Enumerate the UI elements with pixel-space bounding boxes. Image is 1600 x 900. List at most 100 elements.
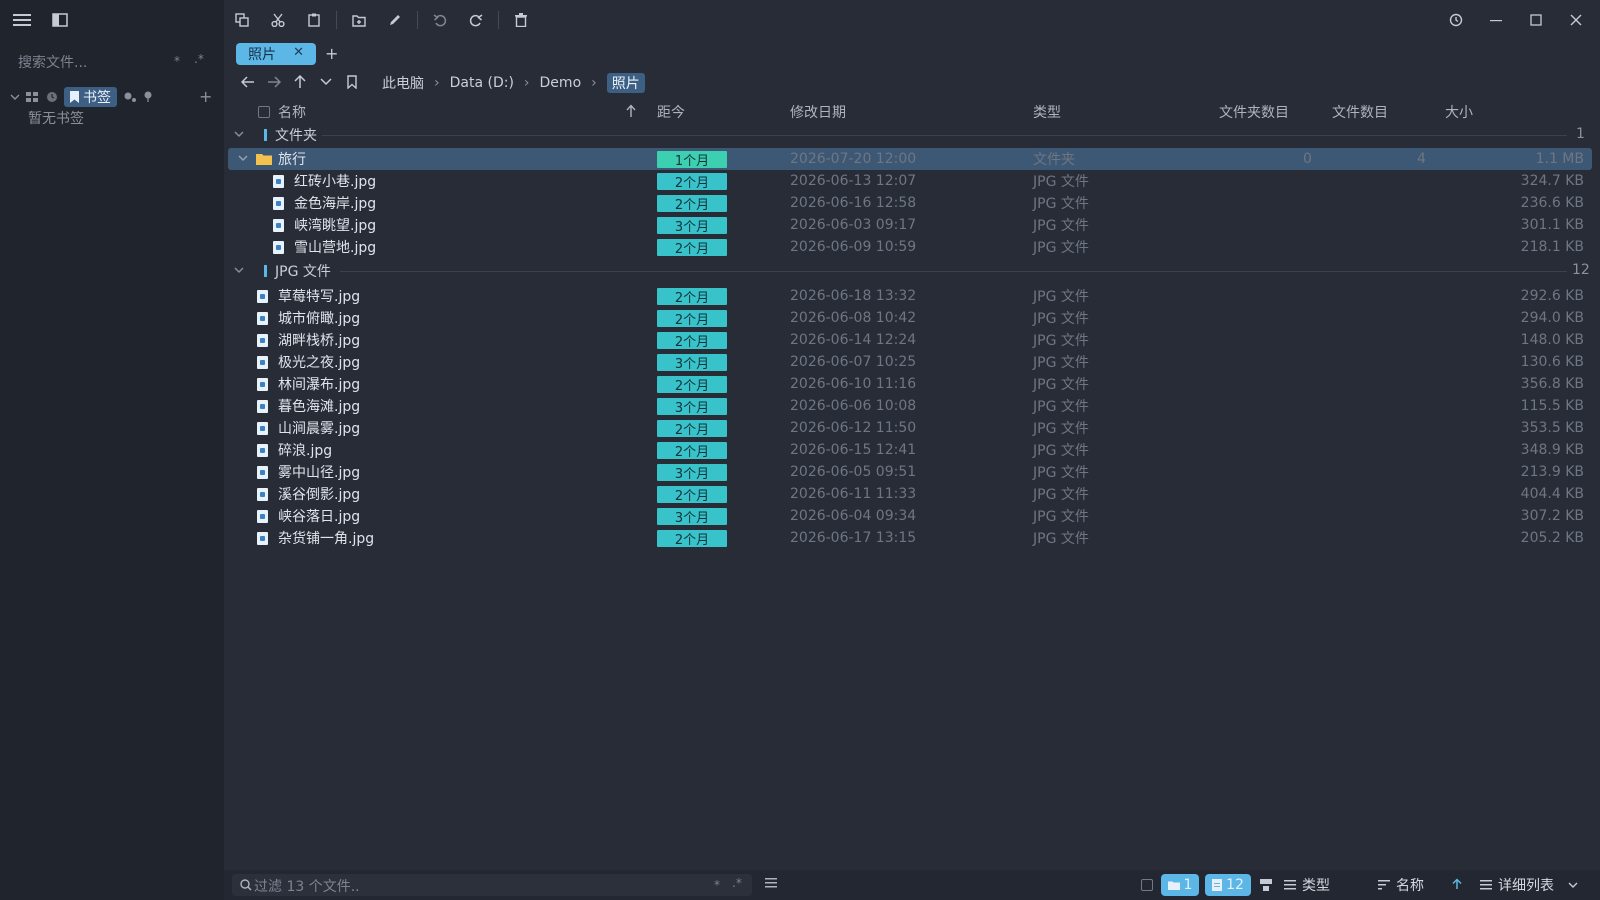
file-type: JPG 文件 [1033, 377, 1089, 393]
forward-arrow-icon[interactable] [266, 74, 282, 90]
table-row-folder[interactable]: 旅行 1个月 2026-07-20 12:00 文件夹 0 4 1.1 MB [228, 148, 1592, 170]
files-count-badge[interactable]: 12 [1205, 874, 1251, 896]
breadcrumb-item[interactable]: 此电脑 [382, 73, 424, 93]
new-folder-icon[interactable] [345, 6, 373, 34]
pin-icon[interactable] [143, 91, 153, 103]
menu-icon[interactable] [8, 6, 36, 34]
file-type: JPG 文件 [1033, 333, 1089, 349]
table-row[interactable]: 金色海岸.jpg 2个月 2026-06-16 12:58 JPG 文件 236… [228, 192, 1592, 214]
tab-bookmarks[interactable]: 书签 [64, 87, 117, 107]
copy-icon[interactable] [228, 6, 256, 34]
up-arrow-icon[interactable] [292, 74, 308, 90]
modified-date: 2026-06-08 10:42 [790, 310, 917, 326]
file-type: JPG 文件 [1033, 487, 1089, 503]
file-size: 213.9 KB [1520, 464, 1584, 480]
view-mode-dropdown[interactable]: 详细列表 [1480, 874, 1578, 896]
table-row[interactable]: 城市俯瞰.jpg 2个月 2026-06-08 10:42 JPG 文件 294… [228, 307, 1592, 329]
sidebar-search-input[interactable]: 搜索文件... [18, 52, 87, 72]
file-size: 218.1 KB [1520, 239, 1584, 255]
table-row[interactable]: 杂货铺一角.jpg 2个月 2026-06-17 13:15 JPG 文件 20… [228, 527, 1592, 549]
table-row[interactable]: 暮色海滩.jpg 3个月 2026-06-06 10:08 JPG 文件 115… [228, 395, 1592, 417]
column-header-modified[interactable]: 修改日期 [790, 102, 846, 122]
preview-pane-icon[interactable] [1260, 879, 1272, 891]
table-row[interactable]: 红砖小巷.jpg 2个月 2026-06-13 12:07 JPG 文件 324… [228, 170, 1592, 192]
tab-bookmarks-label: 书签 [83, 90, 111, 106]
age-badge: 2个月 [657, 170, 727, 192]
column-header-type[interactable]: 类型 [1033, 102, 1061, 122]
breadcrumb-item[interactable]: Data (D:) [450, 75, 514, 91]
chevron-down-icon[interactable] [10, 92, 20, 102]
new-tab-button[interactable]: + [325, 44, 338, 63]
select-all-checkbox[interactable] [258, 106, 270, 118]
minimize-icon[interactable] [1482, 6, 1510, 34]
group-header-jpg[interactable]: JPG 文件 [234, 260, 331, 282]
age-badge: 2个月 [657, 373, 727, 395]
sort-ascending-icon[interactable] [626, 104, 636, 118]
filter-menu-icon[interactable] [765, 878, 777, 888]
table-row[interactable]: 雪山营地.jpg 2个月 2026-06-09 10:59 JPG 文件 218… [228, 236, 1592, 258]
paste-icon[interactable] [300, 6, 328, 34]
sidebar-search-regex-toggle[interactable]: .* [194, 52, 204, 66]
table-row[interactable]: 峡谷落日.jpg 3个月 2026-06-04 09:34 JPG 文件 307… [228, 505, 1592, 527]
file-type: JPG 文件 [1033, 196, 1089, 212]
sort-by-dropdown[interactable]: 名称 [1378, 874, 1424, 896]
file-type: 文件夹 [1033, 152, 1075, 168]
table-row[interactable]: 山涧晨雾.jpg 2个月 2026-06-12 11:50 JPG 文件 353… [228, 417, 1592, 439]
toggle-sidebar-icon[interactable] [46, 6, 74, 34]
sort-direction-arrow-icon[interactable] [1452, 878, 1462, 890]
back-arrow-icon[interactable] [240, 74, 256, 90]
table-row[interactable]: 雾中山径.jpg 3个月 2026-06-05 09:51 JPG 文件 213… [228, 461, 1592, 483]
cut-icon[interactable] [264, 6, 292, 34]
close-tab-icon[interactable]: ✕ [293, 45, 304, 60]
breadcrumb-item-current[interactable]: 照片 [606, 73, 645, 93]
table-row[interactable]: 峡湾眺望.jpg 3个月 2026-06-03 09:17 JPG 文件 301… [228, 214, 1592, 236]
close-window-icon[interactable] [1562, 6, 1590, 34]
file-size: 130.6 KB [1520, 354, 1584, 370]
recent-clock-icon[interactable] [46, 91, 58, 103]
folders-count-badge[interactable]: 1 [1161, 874, 1199, 896]
table-row[interactable]: 碎浪.jpg 2个月 2026-06-15 12:41 JPG 文件 348.9… [228, 439, 1592, 461]
history-dropdown-chevron-icon[interactable] [318, 74, 334, 90]
tab-photos[interactable]: 照片 ✕ [236, 43, 316, 65]
filter-regex-toggle[interactable]: .* [732, 876, 742, 890]
modified-date: 2026-06-15 12:41 [790, 442, 917, 458]
maximize-icon[interactable] [1522, 6, 1550, 34]
age-badge: 2个月 [657, 285, 727, 307]
chevron-down-icon[interactable] [238, 148, 248, 170]
breadcrumb-item[interactable]: Demo [540, 75, 582, 91]
image-file-icon [257, 285, 268, 307]
table-row[interactable]: 极光之夜.jpg 3个月 2026-06-07 10:25 JPG 文件 130… [228, 351, 1592, 373]
image-file-icon [273, 236, 284, 258]
age-badge: 2个月 [657, 483, 727, 505]
table-row[interactable]: 溪谷倒影.jpg 2个月 2026-06-11 11:33 JPG 文件 404… [228, 483, 1592, 505]
add-bookmark-button[interactable]: + [199, 87, 212, 106]
bookmark-folder-icon[interactable] [344, 74, 360, 90]
history-icon[interactable] [1442, 6, 1470, 34]
column-header-name[interactable]: 名称 [278, 102, 306, 122]
drives-icon[interactable] [26, 91, 40, 103]
modified-date: 2026-06-18 13:32 [790, 288, 917, 304]
sidebar-search-wildcard-toggle[interactable]: * [174, 54, 180, 68]
undo-icon[interactable] [426, 6, 454, 34]
column-header-folder-count[interactable]: 文件夹数目 [1219, 102, 1289, 122]
file-size: 292.6 KB [1520, 288, 1584, 304]
redo-icon[interactable] [462, 6, 490, 34]
table-row[interactable]: 林间瀑布.jpg 2个月 2026-06-10 11:16 JPG 文件 356… [228, 373, 1592, 395]
file-type: JPG 文件 [1033, 421, 1089, 437]
group-by-dropdown[interactable]: 类型 [1284, 874, 1330, 896]
table-row[interactable]: 草莓特写.jpg 2个月 2026-06-18 13:32 JPG 文件 292… [228, 285, 1592, 307]
rename-pencil-icon[interactable] [381, 6, 409, 34]
filter-input[interactable]: 过滤 13 个文件.. * .* [232, 874, 752, 896]
tags-icon[interactable] [123, 91, 137, 103]
image-file-icon [257, 439, 268, 461]
column-header-age[interactable]: 距今 [657, 102, 685, 122]
view-mode-label: 详细列表 [1498, 878, 1554, 894]
filter-wildcard-toggle[interactable]: * [714, 878, 720, 892]
table-row[interactable]: 湖畔栈桥.jpg 2个月 2026-06-14 12:24 JPG 文件 148… [228, 329, 1592, 351]
column-header-file-count[interactable]: 文件数目 [1332, 102, 1388, 122]
group-header-folders[interactable]: 文件夹 [234, 124, 317, 146]
column-header-size[interactable]: 大小 [1445, 102, 1473, 122]
file-name: 城市俯瞰.jpg [278, 311, 361, 327]
selection-checkbox[interactable] [1141, 879, 1153, 891]
delete-icon[interactable] [507, 6, 535, 34]
